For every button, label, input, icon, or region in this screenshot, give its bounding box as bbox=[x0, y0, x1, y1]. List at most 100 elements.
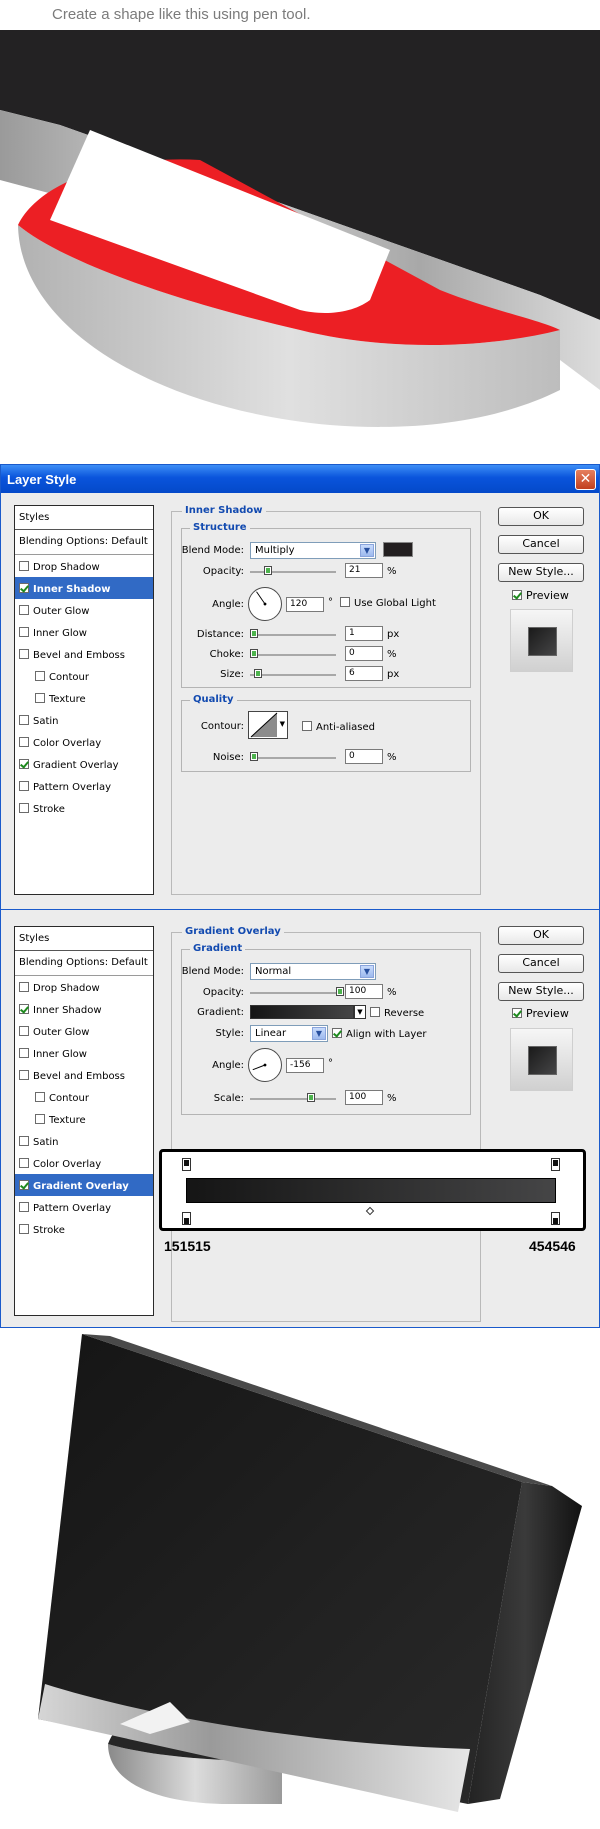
noise-field[interactable]: 0 bbox=[345, 749, 383, 764]
angle-field[interactable]: -156 bbox=[286, 1058, 324, 1073]
chevron-down-icon[interactable]: ▼ bbox=[354, 1005, 366, 1019]
blend-mode-select[interactable]: Normal ▼ bbox=[250, 963, 376, 980]
preview-checkbox[interactable]: Preview bbox=[512, 1007, 569, 1020]
checkbox-icon bbox=[19, 1004, 29, 1014]
left-stop-hex: 151515 bbox=[164, 1238, 211, 1254]
style-item-satin[interactable]: Satin bbox=[15, 1130, 153, 1152]
checkbox-icon bbox=[370, 1007, 380, 1017]
opacity-stop-right[interactable] bbox=[551, 1158, 560, 1171]
opacity-slider-handle[interactable] bbox=[336, 987, 344, 996]
blending-options-item[interactable]: Blending Options: Default bbox=[15, 951, 153, 976]
cancel-button[interactable]: Cancel bbox=[498, 535, 584, 554]
blend-mode-select[interactable]: Multiply ▼ bbox=[250, 542, 376, 559]
opacity-label: Opacity: bbox=[202, 566, 244, 577]
style-item-gradient-overlay[interactable]: Gradient Overlay bbox=[15, 1174, 153, 1196]
style-item-stroke[interactable]: Stroke bbox=[15, 797, 153, 819]
scale-field[interactable]: 100 bbox=[345, 1090, 383, 1105]
choke-field[interactable]: 0 bbox=[345, 646, 383, 661]
anti-aliased-checkbox[interactable]: Anti-aliased bbox=[302, 721, 375, 733]
scale-slider-track[interactable] bbox=[250, 1098, 336, 1100]
style-item-stroke[interactable]: Stroke bbox=[15, 1218, 153, 1240]
style-item-color-overlay[interactable]: Color Overlay bbox=[15, 731, 153, 753]
panel-title: Inner Shadow bbox=[182, 505, 266, 516]
opacity-stop-left[interactable] bbox=[182, 1158, 191, 1171]
style-item-label: Stroke bbox=[33, 1225, 65, 1236]
align-with-layer-checkbox[interactable]: Align with Layer bbox=[332, 1028, 427, 1040]
style-item-texture[interactable]: Texture bbox=[15, 1108, 153, 1130]
noise-slider-track[interactable] bbox=[250, 757, 336, 759]
gradient-midpoint[interactable] bbox=[365, 1206, 375, 1216]
checkbox-icon bbox=[19, 627, 29, 637]
gradient-ramp[interactable] bbox=[186, 1178, 556, 1203]
ok-button[interactable]: OK bbox=[498, 926, 584, 945]
size-slider-handle[interactable] bbox=[254, 669, 262, 678]
distance-slider-handle[interactable] bbox=[250, 629, 258, 638]
style-item-inner-shadow[interactable]: Inner Shadow bbox=[15, 998, 153, 1020]
opacity-unit: % bbox=[387, 987, 397, 998]
ok-button[interactable]: OK bbox=[498, 507, 584, 526]
preview-label: Preview bbox=[526, 1007, 569, 1020]
style-item-pattern-overlay[interactable]: Pattern Overlay bbox=[15, 775, 153, 797]
styles-header[interactable]: Styles bbox=[15, 927, 153, 951]
choke-slider-handle[interactable] bbox=[250, 649, 258, 658]
panel-title: Gradient Overlay bbox=[182, 926, 284, 937]
contour-picker[interactable]: ▼ bbox=[248, 711, 288, 739]
style-item-pattern-overlay[interactable]: Pattern Overlay bbox=[15, 1196, 153, 1218]
styles-header[interactable]: Styles bbox=[15, 506, 153, 530]
angle-dial-icon[interactable] bbox=[248, 587, 282, 621]
style-item-texture[interactable]: Texture bbox=[15, 687, 153, 709]
noise-slider-handle[interactable] bbox=[250, 752, 258, 761]
checkbox-icon bbox=[35, 1114, 45, 1124]
gradient-preview-bar[interactable] bbox=[250, 1005, 354, 1019]
checkbox-icon bbox=[35, 1092, 45, 1102]
opacity-field[interactable]: 21 bbox=[345, 563, 383, 578]
opacity-slider-handle[interactable] bbox=[264, 566, 273, 575]
style-item-contour[interactable]: Contour bbox=[15, 665, 153, 687]
distance-field[interactable]: 1 bbox=[345, 626, 383, 641]
style-item-outer-glow[interactable]: Outer Glow bbox=[15, 1020, 153, 1042]
structure-group: Structure Blend Mode: Multiply ▼ Opacity:… bbox=[181, 522, 471, 688]
style-item-outer-glow[interactable]: Outer Glow bbox=[15, 599, 153, 621]
opacity-field[interactable]: 100 bbox=[345, 984, 383, 999]
distance-slider-track[interactable] bbox=[250, 634, 336, 636]
style-item-color-overlay[interactable]: Color Overlay bbox=[15, 1152, 153, 1174]
use-global-light-checkbox[interactable]: Use Global Light bbox=[340, 597, 436, 609]
style-item-inner-glow[interactable]: Inner Glow bbox=[15, 621, 153, 643]
group-title: Gradient bbox=[190, 943, 246, 954]
size-slider-track[interactable] bbox=[250, 674, 336, 676]
style-item-label: Stroke bbox=[33, 804, 65, 815]
size-field[interactable]: 6 bbox=[345, 666, 383, 681]
cancel-button[interactable]: Cancel bbox=[498, 954, 584, 973]
new-style-button[interactable]: New Style... bbox=[498, 982, 584, 1001]
style-item-gradient-overlay[interactable]: Gradient Overlay bbox=[15, 753, 153, 775]
style-item-drop-shadow[interactable]: Drop Shadow bbox=[15, 976, 153, 998]
angle-field[interactable]: 120 bbox=[286, 597, 324, 612]
style-item-inner-glow[interactable]: Inner Glow bbox=[15, 1042, 153, 1064]
style-item-satin[interactable]: Satin bbox=[15, 709, 153, 731]
preview-swatch bbox=[528, 1046, 557, 1075]
blending-options-item[interactable]: Blending Options: Default bbox=[15, 530, 153, 555]
checkbox-icon bbox=[19, 583, 29, 593]
style-item-bevel-and-emboss[interactable]: Bevel and Emboss bbox=[15, 643, 153, 665]
preview-checkbox[interactable]: Preview bbox=[512, 589, 569, 602]
style-item-bevel-and-emboss[interactable]: Bevel and Emboss bbox=[15, 1064, 153, 1086]
choke-slider-track[interactable] bbox=[250, 654, 336, 656]
color-stop-right[interactable] bbox=[551, 1212, 560, 1225]
style-item-drop-shadow[interactable]: Drop Shadow bbox=[15, 555, 153, 577]
new-style-button[interactable]: New Style... bbox=[498, 563, 584, 582]
checkbox-icon bbox=[19, 759, 29, 769]
gradient-style-select[interactable]: Linear ▼ bbox=[250, 1025, 328, 1042]
opacity-slider-track[interactable] bbox=[250, 992, 342, 994]
angle-dial-icon[interactable] bbox=[248, 1048, 282, 1082]
style-item-label: Inner Shadow bbox=[33, 584, 111, 595]
distance-label: Distance: bbox=[196, 629, 244, 640]
opacity-slider-track[interactable] bbox=[250, 571, 336, 573]
shadow-color-swatch[interactable] bbox=[383, 542, 413, 557]
style-item-inner-shadow[interactable]: Inner Shadow bbox=[15, 577, 153, 599]
checkbox-icon bbox=[35, 693, 45, 703]
style-item-contour[interactable]: Contour bbox=[15, 1086, 153, 1108]
close-icon[interactable]: ✕ bbox=[575, 469, 596, 490]
reverse-checkbox[interactable]: Reverse bbox=[370, 1007, 424, 1019]
color-stop-left[interactable] bbox=[182, 1212, 191, 1225]
scale-slider-handle[interactable] bbox=[307, 1093, 315, 1102]
